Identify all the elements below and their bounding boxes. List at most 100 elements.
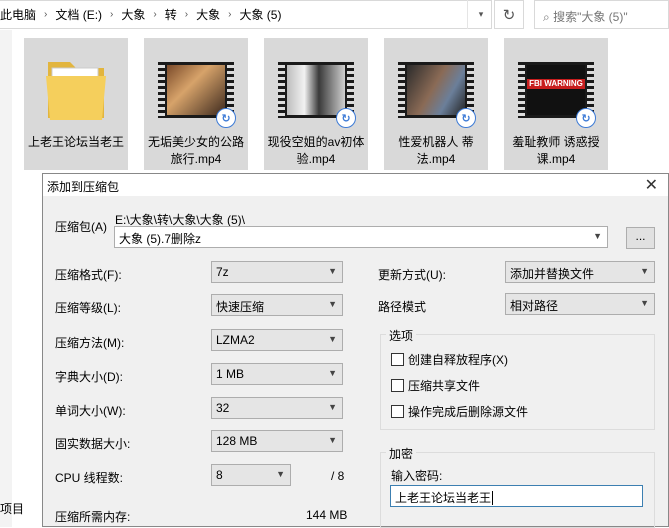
- chevron-down-icon: ▼: [328, 368, 337, 378]
- chevron-down-icon: ▼: [276, 469, 285, 479]
- breadcrumb-folder-1[interactable]: 大象: [117, 6, 149, 23]
- chevron-down-icon: ▼: [328, 402, 337, 412]
- archive-name-field[interactable]: 大象 (5).7删除z ▼: [114, 226, 608, 248]
- word-size-label: 单词大小(W):: [55, 404, 126, 418]
- search-placeholder: 搜索"大象 (5)": [553, 10, 628, 24]
- media-player-icon: ↻: [336, 108, 356, 128]
- dialog-titlebar[interactable]: 添加到压缩包 ✕: [43, 174, 668, 196]
- compress-shared-checkbox[interactable]: 压缩共享文件: [391, 377, 480, 394]
- chevron-down-icon: ▾: [478, 9, 484, 19]
- text-cursor: [492, 491, 494, 505]
- breadcrumb-this-pc[interactable]: 此电脑: [0, 6, 40, 23]
- file-list: 上老王论坛当老王 ↻ 无垢美少女的公路旅行.mp4 ↻ 现役空姐的av初体验.m…: [0, 30, 669, 180]
- method-select[interactable]: LZMA2 ▼: [211, 329, 343, 351]
- format-value: 7z: [216, 265, 229, 279]
- archive-label: 压缩包(A): [55, 220, 107, 234]
- chevron-down-icon: ▼: [640, 298, 649, 308]
- chevron-right-icon: ›: [153, 9, 157, 20]
- compress-shared-label: 压缩共享文件: [408, 379, 481, 393]
- path-mode-select[interactable]: 相对路径 ▼: [505, 293, 655, 315]
- add-to-archive-dialog: 添加到压缩包 ✕ 压缩包(A) E:\大象\转\大象\大象 (5)\ 大象 (5…: [42, 173, 669, 528]
- method-label: 压缩方法(M):: [55, 336, 125, 350]
- refresh-button[interactable]: ↻: [494, 0, 524, 29]
- browse-button[interactable]: ...: [626, 227, 655, 249]
- file-item[interactable]: ↻ 现役空姐的av初体验.mp4: [264, 38, 368, 170]
- delete-after-label: 操作完成后删除源文件: [408, 405, 529, 419]
- archive-name-value: 大象 (5).7删除z: [119, 232, 202, 246]
- address-bar[interactable]: 此电脑 › 文档 (E:) › 大象 › 转 › 大象 › 大象 (5): [0, 0, 492, 29]
- navigation-pane: [0, 30, 12, 527]
- chevron-down-icon: ▼: [328, 435, 337, 445]
- word-size-value: 32: [216, 401, 230, 415]
- file-name: 无垢美少女的公路旅行.mp4: [147, 135, 244, 166]
- path-mode-value: 相对路径: [510, 299, 559, 313]
- refresh-icon: ↻: [502, 6, 516, 24]
- format-select[interactable]: 7z ▼: [211, 261, 343, 283]
- create-sfx-label: 创建自释放程序(X): [408, 353, 508, 367]
- path-mode-label: 路径模式: [378, 300, 427, 314]
- file-name: 性爱机器人 蒂法.mp4: [398, 135, 474, 166]
- word-size-select[interactable]: 32 ▼: [211, 397, 343, 419]
- media-player-icon: ↻: [576, 108, 596, 128]
- search-icon: ⌕: [543, 10, 554, 24]
- memory-value: 144 MB: [306, 508, 348, 522]
- breadcrumb-folder-2[interactable]: 转: [161, 6, 181, 23]
- breadcrumb-current[interactable]: 大象 (5): [235, 6, 285, 23]
- password-value: 上老王论坛当老王: [395, 491, 492, 505]
- cpu-threads-label: CPU 线程数:: [55, 471, 124, 485]
- password-label: 输入密码:: [391, 469, 443, 483]
- video-thumbnail: ↻: [158, 48, 236, 128]
- level-select[interactable]: 快速压缩 ▼: [211, 294, 343, 316]
- chevron-right-icon: ›: [184, 9, 189, 20]
- address-history-dropdown[interactable]: ▾: [467, 0, 494, 29]
- solid-block-select[interactable]: 128 MB ▼: [211, 430, 343, 452]
- status-bar-item-count: 项目: [0, 502, 25, 516]
- dictionary-value: 1 MB: [216, 367, 245, 381]
- close-icon[interactable]: ✕: [645, 175, 658, 195]
- chevron-down-icon: ▼: [640, 266, 649, 276]
- chevron-down-icon: ▼: [593, 231, 602, 241]
- chevron-right-icon: ›: [44, 9, 48, 20]
- password-field[interactable]: 上老王论坛当老王: [390, 485, 643, 507]
- dictionary-select[interactable]: 1 MB ▼: [211, 363, 343, 385]
- cpu-threads-max: / 8: [331, 469, 345, 483]
- thumbnail-caption: FBI WARNING: [527, 79, 585, 89]
- method-value: LZMA2: [216, 333, 255, 347]
- memory-label: 压缩所需内存:: [55, 510, 131, 524]
- solid-block-value: 128 MB: [216, 434, 258, 448]
- folder-icon: [38, 48, 114, 128]
- encryption-title: 加密: [386, 445, 417, 462]
- update-mode-select[interactable]: 添加并替换文件 ▼: [505, 261, 655, 283]
- dictionary-label: 字典大小(D):: [55, 370, 123, 384]
- file-item[interactable]: ↻ 性爱机器人 蒂法.mp4: [384, 38, 488, 170]
- update-mode-label: 更新方式(U):: [378, 268, 446, 282]
- level-label: 压缩等级(L):: [55, 301, 122, 315]
- video-thumbnail: ↻: [278, 48, 356, 128]
- video-thumbnail: ↻: [398, 48, 476, 128]
- explorer-toolbar: 此电脑 › 文档 (E:) › 大象 › 转 › 大象 › 大象 (5) ▾ ↻ ⌕ 搜索…: [0, 0, 669, 31]
- options-title: 选项: [386, 327, 417, 344]
- create-sfx-checkbox[interactable]: 创建自释放程序(X): [391, 351, 508, 368]
- level-value: 快速压缩: [216, 300, 265, 314]
- media-player-icon: ↻: [456, 108, 476, 128]
- breadcrumb-folder-3[interactable]: 大象: [192, 6, 224, 23]
- file-item[interactable]: FBI WARNING ↻ 羞耻教师 诱惑授课.mp4: [504, 38, 608, 170]
- format-label: 压缩格式(F):: [55, 268, 122, 282]
- update-mode-value: 添加并替换文件: [510, 267, 595, 281]
- chevron-right-icon: ›: [228, 9, 232, 20]
- file-name: 上老王论坛当老王: [27, 135, 124, 149]
- file-name: 羞耻教师 诱惑授课.mp4: [512, 135, 600, 166]
- media-player-icon: ↻: [216, 108, 236, 128]
- breadcrumb-drive[interactable]: 文档 (E:): [51, 6, 106, 23]
- dialog-title: 添加到压缩包: [47, 180, 120, 194]
- chevron-down-icon: ▼: [328, 334, 337, 344]
- cpu-threads-select[interactable]: 8 ▼: [211, 464, 291, 486]
- solid-block-label: 固实数据大小:: [55, 437, 131, 451]
- delete-after-checkbox[interactable]: 操作完成后删除源文件: [391, 403, 528, 420]
- chevron-right-icon: ›: [110, 9, 114, 20]
- chevron-down-icon: ▼: [328, 299, 337, 309]
- file-item[interactable]: 上老王论坛当老王: [24, 38, 128, 170]
- search-input[interactable]: ⌕ 搜索"大象 (5)": [534, 0, 669, 29]
- file-item[interactable]: ↻ 无垢美少女的公路旅行.mp4: [144, 38, 248, 170]
- chevron-down-icon: ▼: [328, 266, 337, 276]
